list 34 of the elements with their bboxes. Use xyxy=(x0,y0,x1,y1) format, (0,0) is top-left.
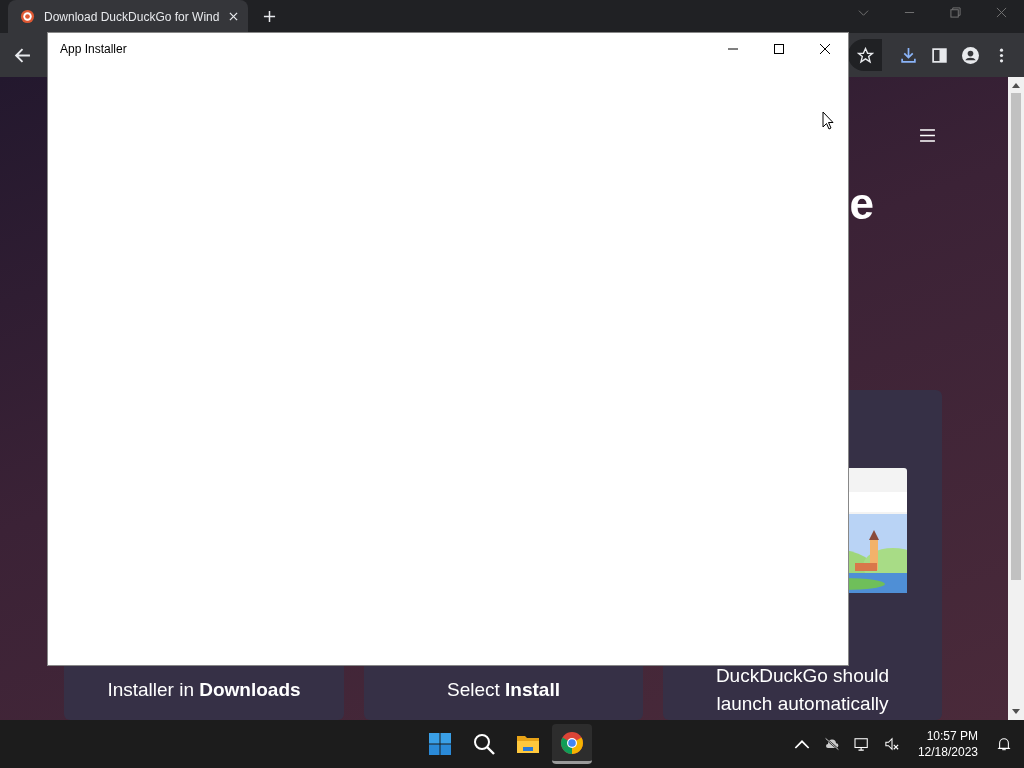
chrome-taskbar-button[interactable] xyxy=(552,724,592,764)
notification-bell-icon[interactable] xyxy=(996,737,1012,751)
close-tab-icon[interactable] xyxy=(229,12,238,21)
date: 12/18/2023 xyxy=(917,744,978,760)
step-text: Select Install xyxy=(447,678,560,702)
speaker-muted-icon[interactable] xyxy=(883,737,900,751)
chevron-down-icon[interactable] xyxy=(858,7,869,18)
download-icon[interactable] xyxy=(900,46,917,64)
step-text: DuckDuckGo should launch automatically xyxy=(714,664,891,716)
page-heading: e xyxy=(849,182,874,230)
cloud-off-icon[interactable] xyxy=(823,737,840,751)
menu-icon[interactable] xyxy=(920,129,935,142)
profile-icon[interactable] xyxy=(962,46,979,64)
step-text: Installer in Downloads xyxy=(107,678,301,702)
clock[interactable]: 10:57 PM 12/18/2023 xyxy=(917,728,978,760)
bookmark-star-icon[interactable] xyxy=(857,46,874,64)
new-tab-icon[interactable] xyxy=(263,10,276,23)
side-panel-icon[interactable] xyxy=(931,46,948,64)
time: 10:57 PM xyxy=(926,728,978,744)
chrome-logo-icon xyxy=(560,730,584,755)
window-title: App Installer xyxy=(60,42,127,56)
scrollbar[interactable] xyxy=(1008,77,1024,720)
back-arrow-icon[interactable] xyxy=(14,46,31,64)
address-bar[interactable] xyxy=(848,39,882,71)
duck-logo-icon xyxy=(20,9,35,24)
close-icon[interactable] xyxy=(996,7,1007,18)
mouse-cursor-icon xyxy=(822,111,834,130)
search-icon xyxy=(472,732,496,756)
restore-icon[interactable] xyxy=(950,7,961,18)
scrollbar-thumb[interactable] xyxy=(1011,93,1021,580)
windows-logo-icon xyxy=(428,732,452,756)
scroll-up-icon[interactable] xyxy=(1012,82,1020,88)
scroll-down-icon[interactable] xyxy=(1012,709,1020,715)
browser-tab[interactable]: Download DuckDuckGo for Wind xyxy=(8,0,248,33)
